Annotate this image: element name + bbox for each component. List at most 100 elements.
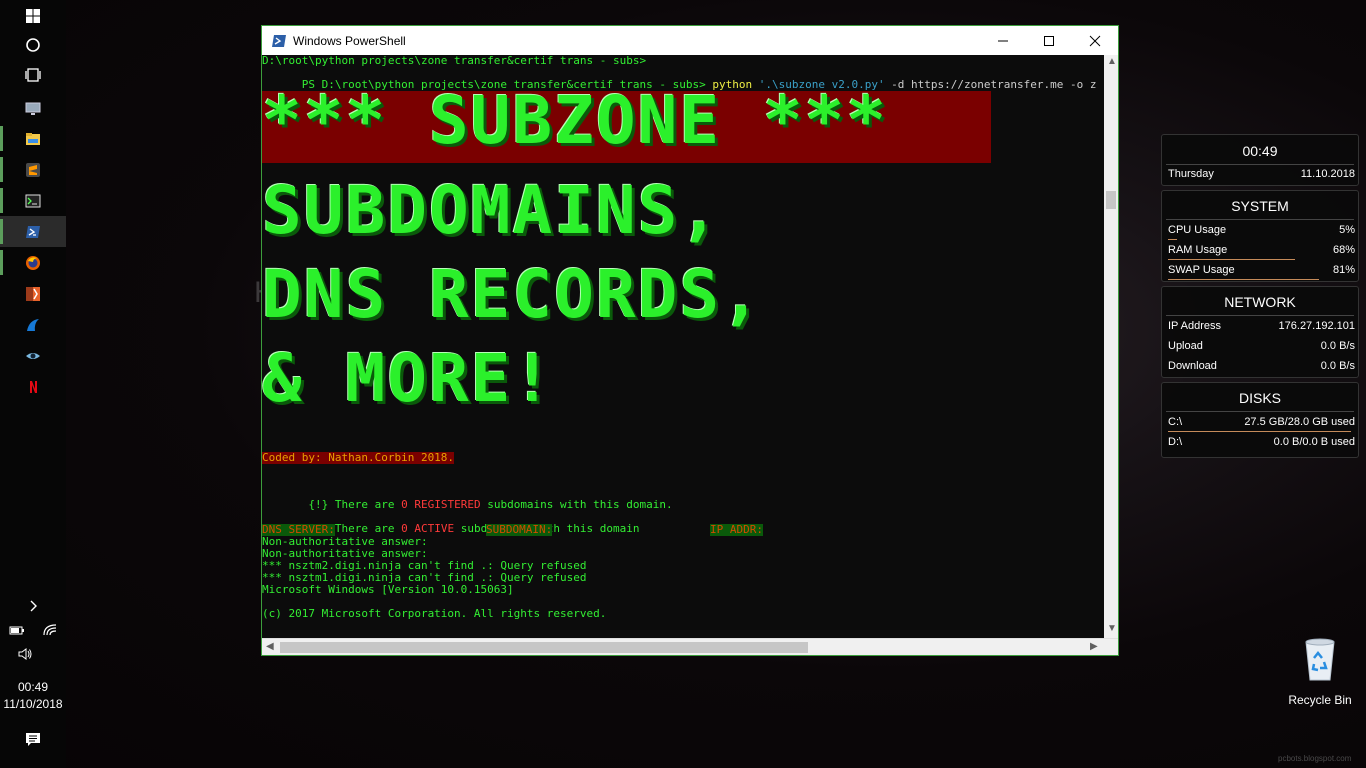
action-center-button[interactable] (0, 723, 66, 754)
powershell-window[interactable]: Windows PowerShell D:\root\python projec… (261, 25, 1119, 656)
taskbar-app-wireshark[interactable] (0, 309, 66, 340)
console-line: (c) 2017 Microsoft Corporation. All righ… (262, 607, 607, 620)
recycle-bin-icon (1305, 638, 1335, 681)
row-label: D:\ (1168, 436, 1183, 448)
row-label: IP Address (1168, 320, 1221, 332)
wireshark-icon (27, 318, 39, 331)
widget-title: DISKS (1238, 390, 1281, 406)
taskbar-app-terminal[interactable] (0, 185, 66, 216)
row-value: 68% (1332, 244, 1355, 256)
banner-line: DNS RECORDS, (262, 256, 763, 333)
row-value: 27.5 GB/28.0 GB used (1244, 416, 1355, 428)
row-label: Upload (1168, 340, 1203, 352)
taskbar-app-sublime[interactable] (0, 154, 66, 185)
row-value: 81% (1332, 264, 1355, 276)
firefox-icon (26, 255, 40, 270)
widget-day: Thursday (1168, 168, 1214, 180)
minimize-icon (998, 40, 1008, 41)
recycle-bin-label: Recycle Bin (1288, 693, 1352, 707)
keyword: ACTIVE (407, 522, 455, 535)
text: subdomains with this domain. (480, 498, 673, 511)
swap-usage-row: SWAP Usage 81% (1168, 264, 1355, 280)
clock-date[interactable]: 11/10/2018 (0, 697, 66, 711)
usage-bar (1168, 259, 1296, 260)
console-output[interactable]: D:\root\python projects\zone transfer&ce… (262, 55, 1104, 638)
task-view-button[interactable] (0, 59, 66, 90)
scroll-right-icon[interactable]: ▶ (1090, 641, 1098, 652)
widget-title: NETWORK (1224, 294, 1296, 310)
powershell-icon (26, 225, 40, 238)
close-button[interactable] (1072, 26, 1118, 55)
disk-c-row: C:\ 27.5 GB/28.0 GB used (1168, 416, 1355, 432)
download-row: Download 0.0 B/s (1168, 360, 1355, 376)
maximize-button[interactable] (1026, 26, 1072, 55)
chevron-right-icon (30, 600, 37, 611)
row-value: 0.0 B/0.0 B used (1273, 436, 1355, 448)
close-icon (1089, 35, 1101, 46)
volume-button[interactable] (0, 638, 50, 669)
eye-icon (26, 352, 40, 359)
notification-icon (26, 732, 40, 746)
row-label: CPU Usage (1168, 224, 1227, 236)
search-button[interactable] (0, 29, 66, 60)
widget-date: 11.10.2018 (1300, 168, 1355, 180)
circle-icon (26, 37, 40, 52)
taskbar-app-monitor[interactable] (0, 93, 66, 124)
row-label: Download (1168, 360, 1217, 372)
battery-plug-icon (9, 626, 24, 634)
scroll-thumb[interactable] (280, 642, 808, 653)
terminal-icon (25, 194, 41, 207)
clock-time[interactable]: 00:49 (0, 680, 66, 694)
row-value: 176.27.192.101 (1278, 320, 1355, 332)
scroll-down-icon[interactable]: ▼ (1107, 623, 1117, 634)
banner-line: & MORE! (262, 340, 555, 417)
powershell-icon (272, 34, 286, 47)
header-ip-addr: IP ADDR: (710, 523, 763, 536)
speaker-icon (18, 647, 32, 660)
horizontal-scrollbar[interactable]: ◀ ▶ (262, 638, 1118, 655)
taskbar-app-burp[interactable] (0, 278, 66, 309)
watermark-text: pcbots.blogspot.com (1278, 754, 1352, 763)
console-line: D:\root\python projects\zone transfer&ce… (262, 55, 647, 67)
recycle-bin[interactable]: Recycle Bin (1280, 636, 1360, 707)
row-label: C:\ (1168, 416, 1183, 428)
taskbar-app-netflix[interactable] (0, 371, 66, 402)
count: 0 (401, 522, 408, 535)
text: {!} There are (301, 498, 402, 511)
taskbar-app-file-explorer[interactable] (0, 123, 66, 154)
vertical-scrollbar[interactable]: ▲ ▼ (1104, 55, 1118, 638)
system-widget: SYSTEM CPU Usage 5% RAM Usage 68% SWAP U… (1161, 190, 1359, 282)
taskbar-app-powershell[interactable] (0, 216, 66, 247)
ram-usage-row: RAM Usage 68% (1168, 244, 1355, 260)
sublime-icon (26, 162, 40, 177)
row-label: SWAP Usage (1168, 264, 1235, 276)
scroll-up-icon[interactable]: ▲ (1107, 56, 1117, 67)
window-title: Windows PowerShell (293, 33, 406, 48)
widget-date-row: Thursday 11.10.2018 (1168, 168, 1355, 184)
maximize-icon (1044, 35, 1054, 46)
row-label: RAM Usage (1168, 244, 1228, 256)
task-view-icon (25, 67, 41, 82)
usage-bar (1168, 239, 1178, 240)
count: 0 (401, 498, 408, 511)
banner-title: *** SUBZONE *** (262, 82, 889, 159)
scroll-left-icon[interactable]: ◀ (266, 641, 274, 652)
row-value: 5% (1339, 224, 1355, 236)
network-widget: NETWORK IP Address 176.27.192.101 Upload… (1161, 286, 1359, 378)
console-line: Microsoft Windows [Version 10.0.15063] (262, 583, 514, 596)
window-titlebar[interactable]: Windows PowerShell (262, 26, 1118, 55)
ip-address-row: IP Address 176.27.192.101 (1168, 320, 1355, 336)
disk-d-row: D:\ 0.0 B/0.0 B used (1168, 436, 1355, 452)
banner-line: SUBDOMAINS, (262, 172, 722, 249)
disks-widget: DISKS C:\ 27.5 GB/28.0 GB used D:\ 0.0 B… (1161, 382, 1359, 458)
burp-icon (26, 286, 40, 301)
row-value: 0.0 B/s (1320, 340, 1355, 352)
monitor-icon (25, 102, 41, 115)
scroll-thumb[interactable] (1106, 191, 1116, 209)
upload-row: Upload 0.0 B/s (1168, 340, 1355, 356)
start-button[interactable] (0, 0, 66, 31)
taskbar-app-firefox[interactable] (0, 247, 66, 278)
minimize-button[interactable] (980, 26, 1026, 55)
taskbar-app-eye[interactable] (0, 340, 66, 371)
wifi-icon (42, 623, 56, 635)
